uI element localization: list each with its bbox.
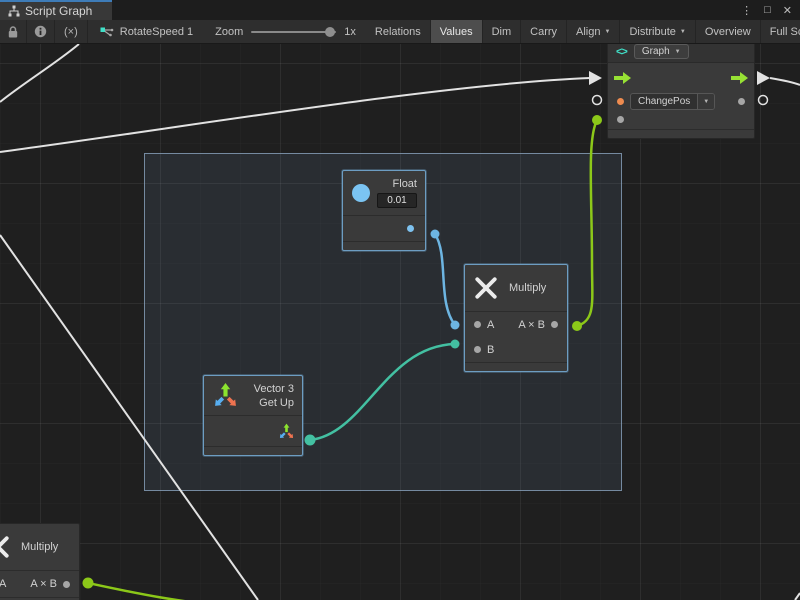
- flow-out-arrow-icon[interactable]: [731, 72, 748, 84]
- hierarchy-icon: [8, 5, 20, 17]
- node-vector3-getup[interactable]: Vector 3 Get Up: [203, 375, 303, 456]
- node-title: Float: [393, 178, 417, 190]
- chevron-down-icon[interactable]: ▼: [697, 94, 714, 109]
- toolbar: (×) RotateSpeed 1 Zoom 1x Relations Valu…: [0, 20, 800, 44]
- lock-icon: [7, 25, 19, 39]
- port-dot-float-output[interactable]: [407, 225, 414, 232]
- wire-flow-out-of-graph[interactable]: [770, 78, 800, 85]
- port-dot-b[interactable]: [474, 346, 481, 353]
- wire-arrowhead-out: [757, 71, 770, 85]
- distribute-dropdown[interactable]: Distribute ▼: [620, 20, 695, 43]
- code-brackets-icon: <>: [616, 46, 627, 58]
- chevron-down-icon: ▼: [680, 29, 686, 35]
- node-footer: [204, 446, 302, 455]
- wire-flow-into-graph[interactable]: [0, 78, 590, 152]
- vector3-port-icon[interactable]: [278, 423, 295, 440]
- zoom-label: Zoom: [215, 26, 243, 38]
- node-multiply-2[interactable]: Multiply A A × B: [0, 523, 80, 600]
- node-graph-host[interactable]: <> Graph ▼: [607, 44, 755, 139]
- chevron-down-icon: ▼: [605, 29, 611, 35]
- node-multiply[interactable]: Multiply A A × B B: [464, 264, 568, 372]
- chevron-down-icon: ▼: [675, 49, 681, 55]
- wire-white-top-left[interactable]: [0, 44, 79, 102]
- variables-button[interactable]: (×): [55, 20, 88, 43]
- titlebar: Script Graph ⋮ □ ✕: [0, 0, 800, 20]
- zoom-value: 1x: [344, 26, 356, 38]
- inspect-button[interactable]: [27, 20, 55, 43]
- carry-button[interactable]: Carry: [521, 20, 567, 43]
- float-value-input[interactable]: 0.01: [377, 193, 417, 208]
- port-dot-changepos-in[interactable]: [592, 115, 602, 125]
- flow-in-arrow-icon[interactable]: [614, 72, 631, 84]
- port-dot-a[interactable]: [474, 321, 481, 328]
- script-graph-window: Script Graph ⋮ □ ✕ (×): [0, 0, 800, 600]
- node-footer: [465, 362, 567, 371]
- values-button[interactable]: Values: [431, 20, 483, 43]
- port-dot-result[interactable]: [551, 321, 558, 328]
- multiply-x-icon: [474, 276, 498, 300]
- graph-canvas[interactable]: <> Graph ▼: [0, 44, 800, 600]
- fullscreen-button[interactable]: Full Screen: [761, 20, 800, 43]
- window-maximize-icon[interactable]: □: [764, 4, 771, 16]
- tab-title: Script Graph: [25, 4, 92, 18]
- relations-button[interactable]: Relations: [366, 20, 431, 43]
- window-menu-icon[interactable]: ⋮: [741, 4, 752, 17]
- wire-multiply2-out[interactable]: [88, 583, 240, 600]
- wire-white-corner[interactable]: [795, 593, 800, 600]
- variables-icon: (×): [64, 26, 78, 38]
- changepos-dropdown[interactable]: ChangePos ▼: [630, 93, 715, 110]
- port-dot-gray[interactable]: [738, 98, 745, 105]
- multiply-x-icon: [0, 535, 10, 559]
- info-icon: [34, 25, 47, 38]
- script-graph-asset-icon: [100, 26, 114, 38]
- port-dot-gray[interactable]: [617, 116, 624, 123]
- wire-arrowhead-in: [589, 71, 602, 85]
- graph-dropdown-button[interactable]: Graph ▼: [634, 44, 689, 59]
- tab-script-graph[interactable]: Script Graph: [0, 0, 112, 20]
- lock-button[interactable]: [0, 20, 27, 43]
- window-close-icon[interactable]: ✕: [783, 4, 792, 17]
- zoom-slider[interactable]: [251, 31, 336, 33]
- zoom-slider-handle[interactable]: [325, 27, 335, 37]
- breadcrumb-label: RotateSpeed 1: [120, 26, 193, 38]
- node-title: Multiply: [21, 541, 58, 553]
- zoom-control: Zoom 1x: [205, 20, 366, 43]
- dim-button[interactable]: Dim: [483, 20, 522, 43]
- port-circle-left[interactable]: [593, 96, 602, 105]
- vector3-axes-icon: [212, 382, 239, 409]
- node-title: Multiply: [509, 282, 546, 294]
- node-footer: [608, 129, 754, 138]
- overview-button[interactable]: Overview: [696, 20, 761, 43]
- breadcrumb[interactable]: RotateSpeed 1: [88, 20, 205, 43]
- port-dot-result[interactable]: [63, 581, 70, 588]
- node-footer: [343, 241, 425, 250]
- float-icon: [352, 184, 370, 202]
- toolbar-right-group: Relations Values Dim Carry Align ▼ Distr…: [366, 20, 800, 43]
- port-dot-multiply2-out[interactable]: [83, 578, 94, 589]
- port-dot-orange[interactable]: [617, 98, 624, 105]
- port-circle-right[interactable]: [759, 96, 768, 105]
- node-subtitle: Get Up: [259, 397, 294, 409]
- node-float[interactable]: Float 0.01: [342, 170, 426, 251]
- node-title: Vector 3: [254, 383, 294, 395]
- align-dropdown[interactable]: Align ▼: [567, 20, 620, 43]
